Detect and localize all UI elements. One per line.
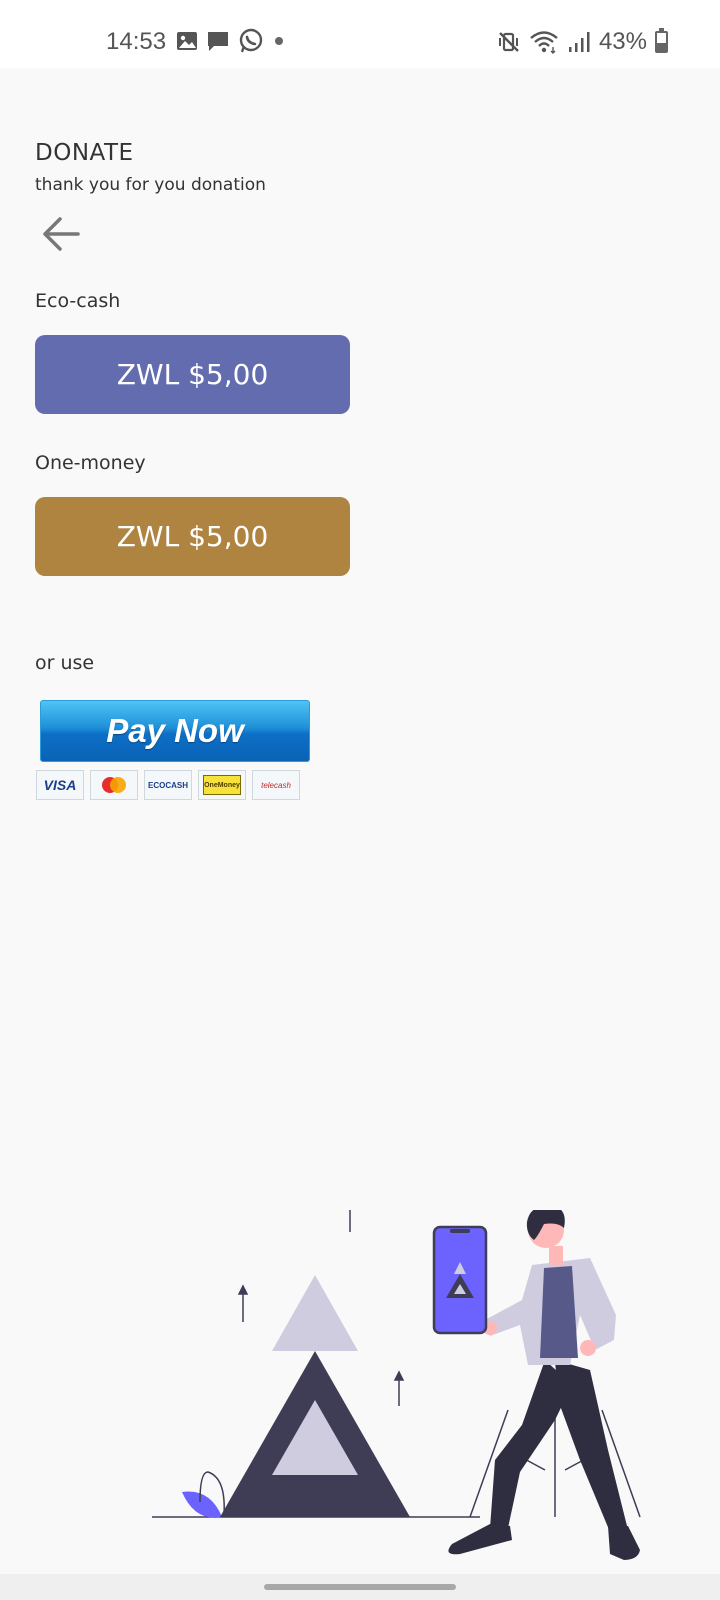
onemoney-amount: ZWL $5,00 — [116, 520, 269, 553]
man-with-phone-illustration — [152, 1210, 641, 1560]
payment-logos: VISA ECOCASH OneMoney telecash — [36, 770, 300, 800]
home-indicator[interactable] — [264, 1584, 456, 1590]
ecocash-logo: ECOCASH — [144, 770, 192, 800]
system-status-icons: 43% — [497, 28, 668, 56]
battery-level — [657, 43, 666, 51]
navigation-bar — [0, 1574, 720, 1600]
signal-icon — [568, 32, 590, 52]
gallery-icon — [177, 32, 197, 50]
whatsapp-icon — [239, 28, 263, 53]
mute-vibrate-icon — [498, 32, 519, 52]
visa-logo: VISA — [36, 770, 84, 800]
paynow-text: Pay Now — [106, 712, 244, 749]
message-icon — [208, 32, 228, 51]
paynow-button[interactable]: Pay Now VISA ECOCASH OneMoney telecash — [36, 700, 312, 804]
page-title: DONATE — [35, 140, 134, 166]
onemoney-logo: OneMoney — [198, 770, 246, 800]
battery-percent: 43% — [598, 28, 647, 55]
page-subtitle: thank you for you donation — [35, 175, 266, 195]
telecash-logo: telecash — [252, 770, 300, 800]
mastercard-logo — [90, 770, 138, 800]
arrow-left-icon — [43, 217, 80, 251]
wifi-icon — [530, 31, 558, 54]
ecocash-label: Eco-cash — [35, 290, 121, 312]
battery-icon — [655, 28, 668, 53]
notification-icons — [176, 28, 286, 54]
status-bar: 14:53 43% — [0, 0, 720, 68]
ecocash-amount: ZWL $5,00 — [116, 358, 269, 391]
ecocash-donate-button[interactable]: ZWL $5,00 — [35, 335, 350, 414]
paynow-banner: Pay Now — [40, 700, 310, 762]
status-time: 14:53 — [106, 28, 167, 55]
onemoney-donate-button[interactable]: ZWL $5,00 — [35, 497, 350, 576]
dot-icon — [275, 37, 283, 45]
or-use-label: or use — [35, 652, 95, 674]
onemoney-label: One-money — [35, 452, 146, 474]
back-button[interactable] — [36, 210, 84, 254]
